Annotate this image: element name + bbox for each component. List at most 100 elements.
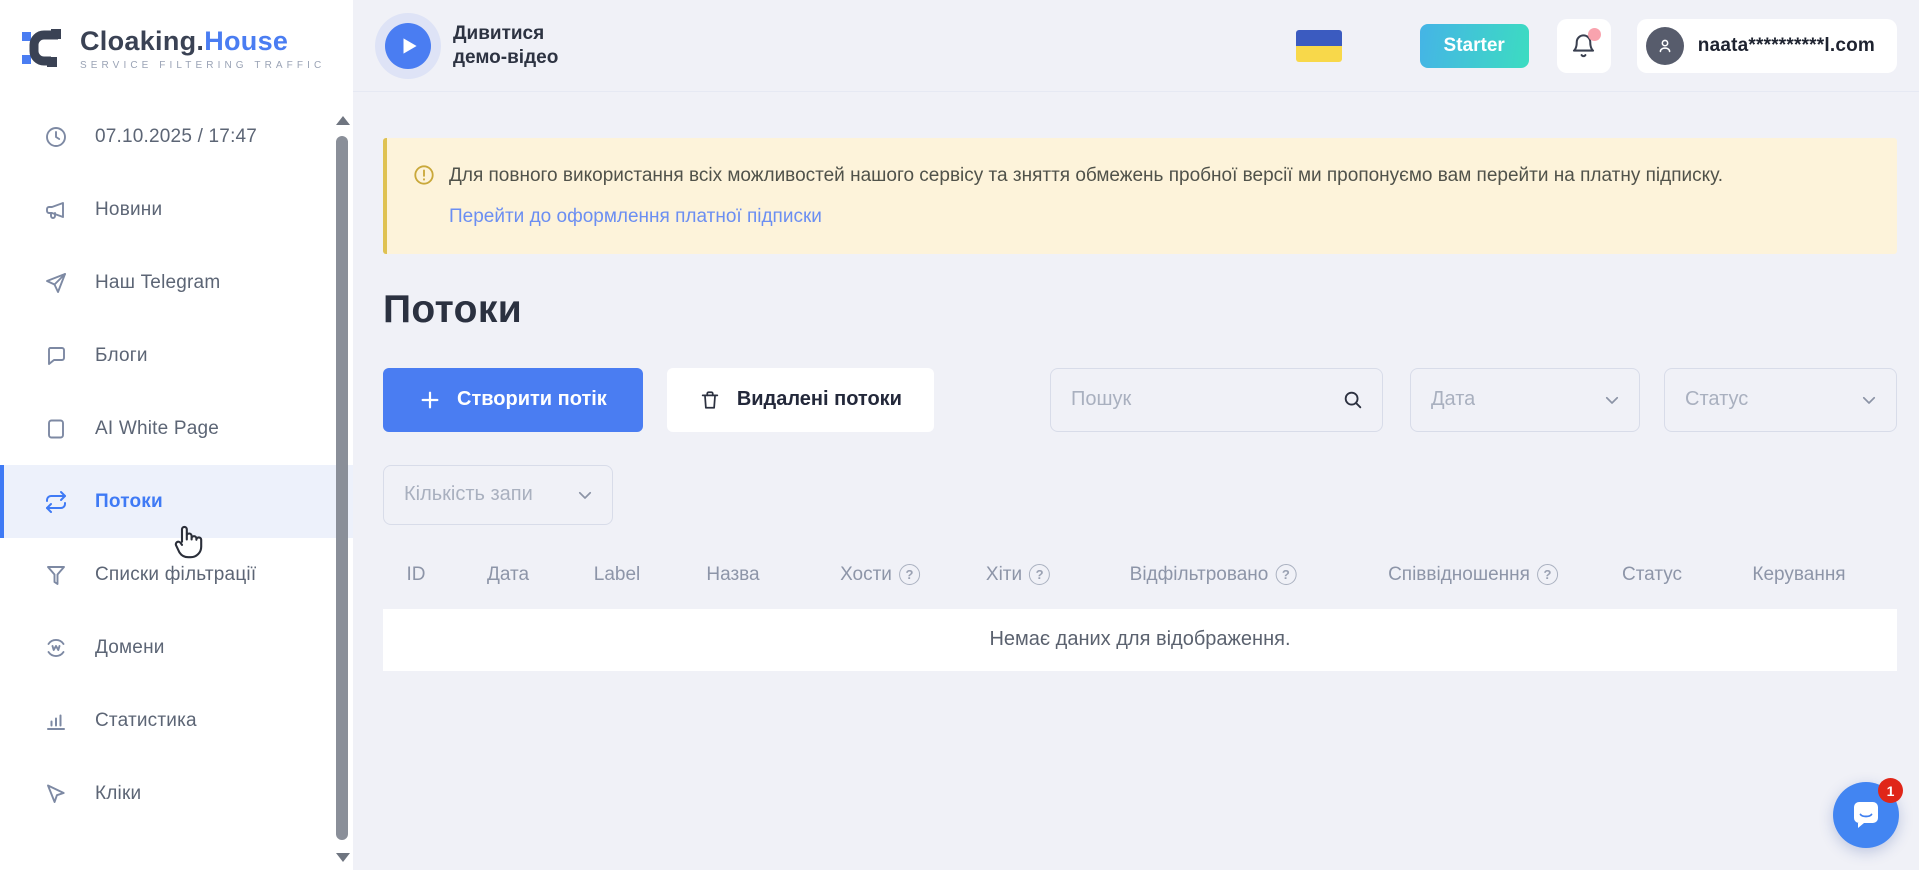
sidebar-item-filter-lists[interactable]: Списки фільтрації [0, 538, 353, 611]
sidebar-scrollbar[interactable] [335, 96, 350, 870]
flag-yellow-stripe [1296, 46, 1342, 62]
create-stream-label: Створити потік [457, 388, 607, 411]
sidebar-item-label: 07.10.2025 / 17:47 [95, 126, 257, 148]
create-stream-button[interactable]: Створити потік [383, 368, 643, 432]
column-label: Відфільтровано [1130, 564, 1269, 586]
date-filter-dropdown[interactable]: Дата [1410, 368, 1640, 432]
column-label: Статус [1622, 564, 1682, 586]
streams-repeat-icon [44, 490, 68, 514]
demo-video-label[interactable]: Дивитися демо-відео [453, 22, 583, 70]
column-label: Хости [840, 564, 892, 586]
help-icon[interactable]: ? [1029, 564, 1050, 585]
chat-unread-badge: 1 [1878, 778, 1903, 803]
column-header-id: ID [407, 555, 426, 595]
search-icon[interactable] [1342, 389, 1364, 411]
help-icon[interactable]: ? [1537, 564, 1558, 585]
brand-logo[interactable]: Cloaking.House SERVICE FILTERING TRAFFIC [0, 0, 353, 90]
sidebar-item-label: Кліки [95, 783, 141, 805]
plan-badge-starter[interactable]: Starter [1420, 24, 1529, 68]
cursor-click-icon [44, 782, 68, 806]
brand-name-primary: Cloaking. [80, 26, 204, 56]
column-header-manage: Керування [1752, 555, 1845, 595]
ukraine-flag-icon[interactable] [1296, 30, 1342, 62]
column-label: Label [594, 564, 641, 586]
demo-video-play-button[interactable] [385, 23, 431, 69]
support-chat-button[interactable]: 1 [1833, 782, 1899, 848]
play-icon [401, 37, 419, 55]
flag-blue-stripe [1296, 30, 1342, 46]
notifications-button[interactable] [1557, 19, 1611, 73]
sidebar: Cloaking.House SERVICE FILTERING TRAFFIC… [0, 0, 353, 870]
clock-icon [44, 125, 68, 149]
column-header-status: Статус [1622, 555, 1682, 595]
sidebar-item-news[interactable]: Новини [0, 173, 353, 246]
user-account-button[interactable]: naata**********l.com [1637, 19, 1897, 73]
brand-tagline: SERVICE FILTERING TRAFFIC [80, 60, 325, 71]
column-label: Дата [487, 564, 529, 586]
search-input[interactable] [1071, 388, 1342, 411]
page-icon [44, 417, 68, 441]
search-field[interactable] [1050, 368, 1383, 432]
trial-warning-banner: Для повного використання всіх можливосте… [383, 138, 1897, 254]
plus-icon [419, 389, 441, 411]
chevron-down-icon [1603, 391, 1621, 409]
sidebar-item-domains[interactable]: Домени [0, 611, 353, 684]
sidebar-item-label: AI White Page [95, 418, 219, 440]
page-content: Для повного використання всіх можливосте… [353, 92, 1919, 870]
sidebar-item-statistics[interactable]: Статистика [0, 684, 353, 757]
per-page-dropdown[interactable]: Кількість запи [383, 465, 613, 525]
column-label: Назва [706, 564, 759, 586]
upgrade-subscription-link[interactable]: Перейти до оформлення платної підписки [449, 206, 822, 228]
cloaking-house-logo-icon [20, 24, 68, 72]
sidebar-item-label: Списки фільтрації [95, 564, 256, 586]
scrollbar-thumb[interactable] [336, 136, 348, 840]
help-icon[interactable]: ? [1275, 564, 1296, 585]
column-header-name: Назва [706, 555, 759, 595]
user-email: naata**********l.com [1698, 35, 1875, 57]
chevron-down-icon [576, 486, 594, 504]
column-label: Співвідношення [1388, 564, 1530, 586]
sidebar-item-clicks[interactable]: Кліки [0, 757, 353, 830]
warning-icon [413, 164, 435, 186]
topbar: Дивитися демо-відео Starter naata*** [353, 0, 1919, 92]
toolbar: Створити потік Видалені потоки Дата Стат… [383, 368, 1897, 432]
sidebar-item-datetime: 07.10.2025 / 17:47 [0, 100, 353, 173]
sidebar-item-label: Домени [95, 637, 165, 659]
sidebar-item-telegram[interactable]: Наш Telegram [0, 246, 353, 319]
scroll-down-arrow-icon[interactable] [336, 853, 350, 862]
streams-table-header: ID Дата Label Назва Хости? Хіти? Відфіль… [383, 555, 1897, 595]
column-label: ID [407, 564, 426, 586]
sidebar-item-blogs[interactable]: Блоги [0, 319, 353, 392]
www-domain-icon [44, 636, 68, 660]
telegram-icon [44, 271, 68, 295]
sidebar-item-streams[interactable]: Потоки [0, 465, 353, 538]
user-avatar [1646, 27, 1684, 65]
deleted-streams-button[interactable]: Видалені потоки [667, 368, 934, 432]
column-label: Хіти [986, 564, 1022, 586]
topbar-right: Starter naata**********l.com [1296, 19, 1897, 73]
deleted-streams-label: Видалені потоки [737, 388, 902, 411]
sidebar-item-ai-white-page[interactable]: AI White Page [0, 392, 353, 465]
sidebar-item-label: Потоки [95, 491, 163, 513]
person-icon [1655, 36, 1675, 56]
main-area: Дивитися демо-відео Starter naata*** [353, 0, 1919, 870]
filter-funnel-icon [44, 563, 68, 587]
sidebar-item-label: Наш Telegram [95, 272, 220, 294]
brand-name-accent: House [204, 26, 288, 56]
help-icon[interactable]: ? [899, 564, 920, 585]
secondary-filter-row: Кількість запи [383, 465, 1897, 525]
column-header-ratio: Співвідношення? [1388, 555, 1558, 595]
sidebar-item-label: Блоги [95, 345, 148, 367]
sidebar-item-label: Новини [95, 199, 162, 221]
notification-dot [1588, 28, 1601, 41]
status-filter-label: Статус [1685, 388, 1748, 411]
trash-icon [699, 389, 721, 411]
status-filter-dropdown[interactable]: Статус [1664, 368, 1897, 432]
sidebar-item-label: Статистика [95, 710, 197, 732]
bar-chart-icon [44, 709, 68, 733]
per-page-label: Кількість запи [404, 483, 533, 506]
brand-text: Cloaking.House SERVICE FILTERING TRAFFIC [80, 26, 325, 71]
banner-message: Для повного використання всіх можливосте… [449, 162, 1723, 190]
scroll-up-arrow-icon[interactable] [336, 116, 350, 125]
chat-messenger-icon [1849, 798, 1883, 832]
